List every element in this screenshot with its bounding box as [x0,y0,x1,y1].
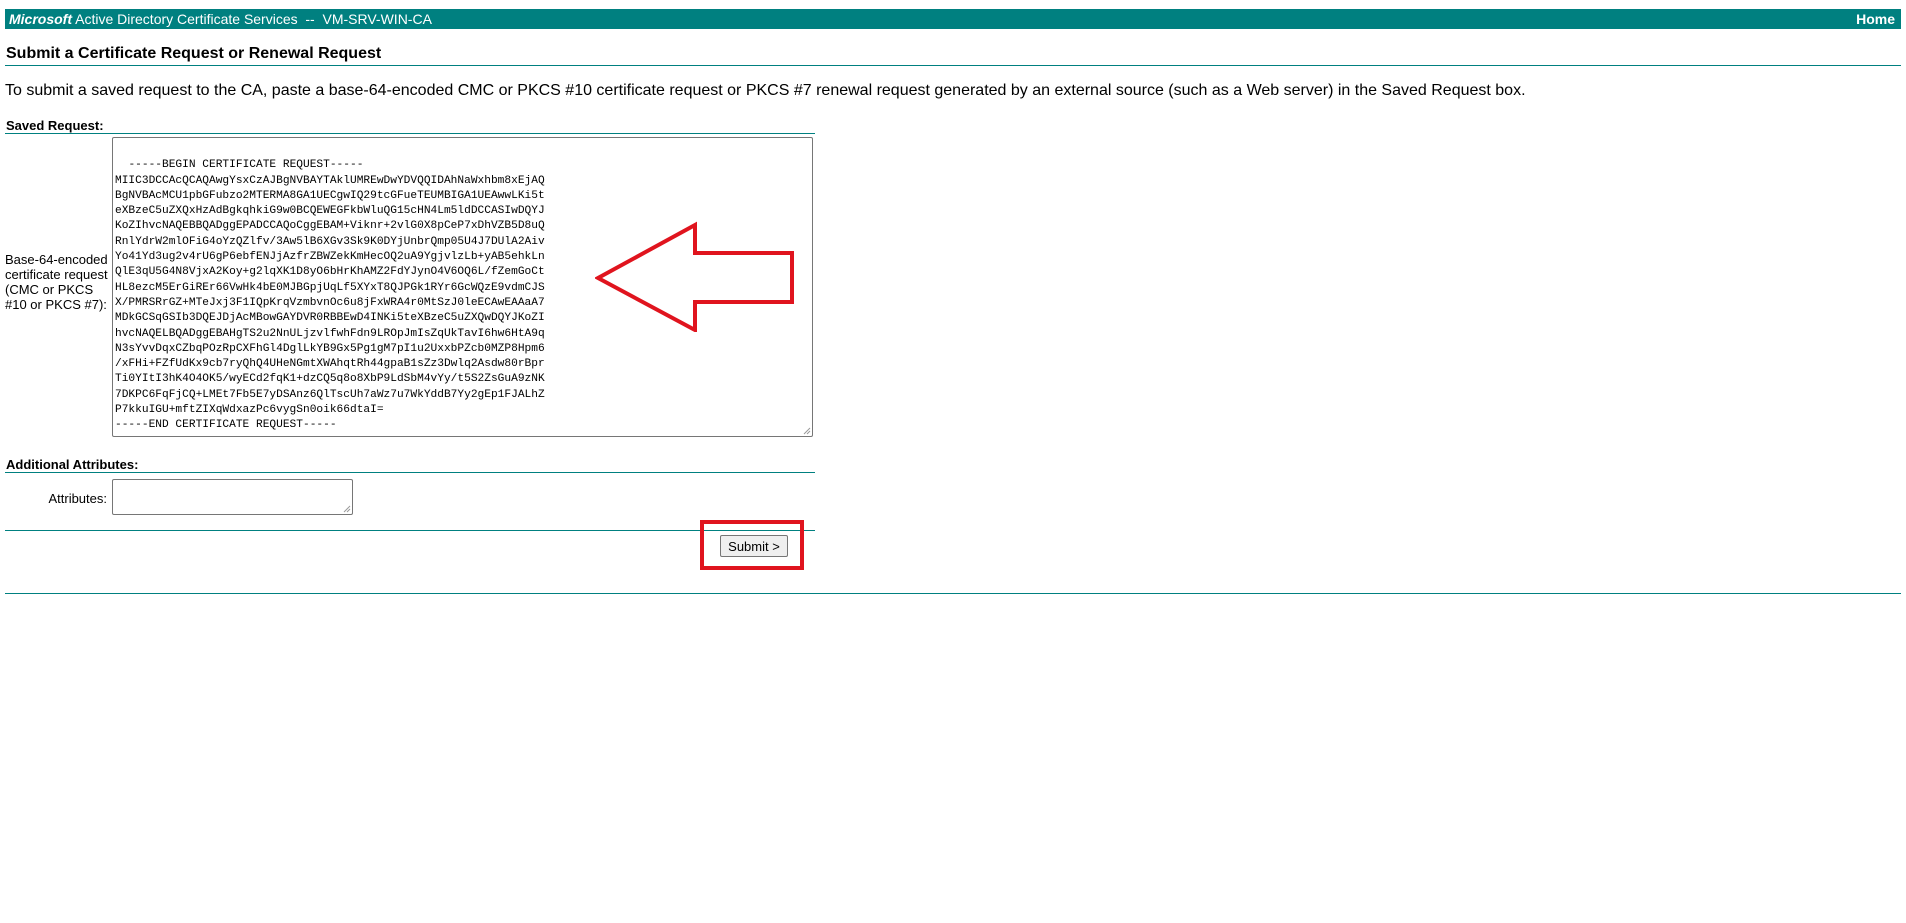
brand-title: Microsoft Active Directory Certificate S… [9,9,432,29]
form-divider [5,530,815,531]
page-title: Submit a Certificate Request or Renewal … [6,45,382,62]
header-bar: Microsoft Active Directory Certificate S… [5,9,1901,29]
intro-text: To submit a saved request to the CA, pas… [5,82,1526,99]
attributes-label: Attributes: [48,491,107,506]
submit-highlight-box [700,520,804,570]
saved-request-section-label: Saved Request: [6,118,104,133]
saved-request-text: -----BEGIN CERTIFICATE REQUEST----- MIIC… [115,159,545,432]
additional-attributes-divider [5,472,815,473]
saved-request-divider [5,133,815,134]
resize-grip-icon[interactable] [803,427,811,435]
title-divider [5,65,1901,66]
brand-microsoft: Microsoft [9,11,72,27]
additional-attributes-section-label: Additional Attributes: [6,457,139,472]
footer-divider [5,593,1901,594]
attributes-textarea[interactable] [112,479,353,515]
home-link[interactable]: Home [1856,9,1895,29]
brand-service-name: Active Directory Certificate Services --… [72,11,432,27]
resize-grip-icon[interactable] [343,505,351,513]
base64-request-label: Base-64-encoded certificate request (CMC… [5,252,108,312]
left-arrow-outline-icon [595,221,794,332]
